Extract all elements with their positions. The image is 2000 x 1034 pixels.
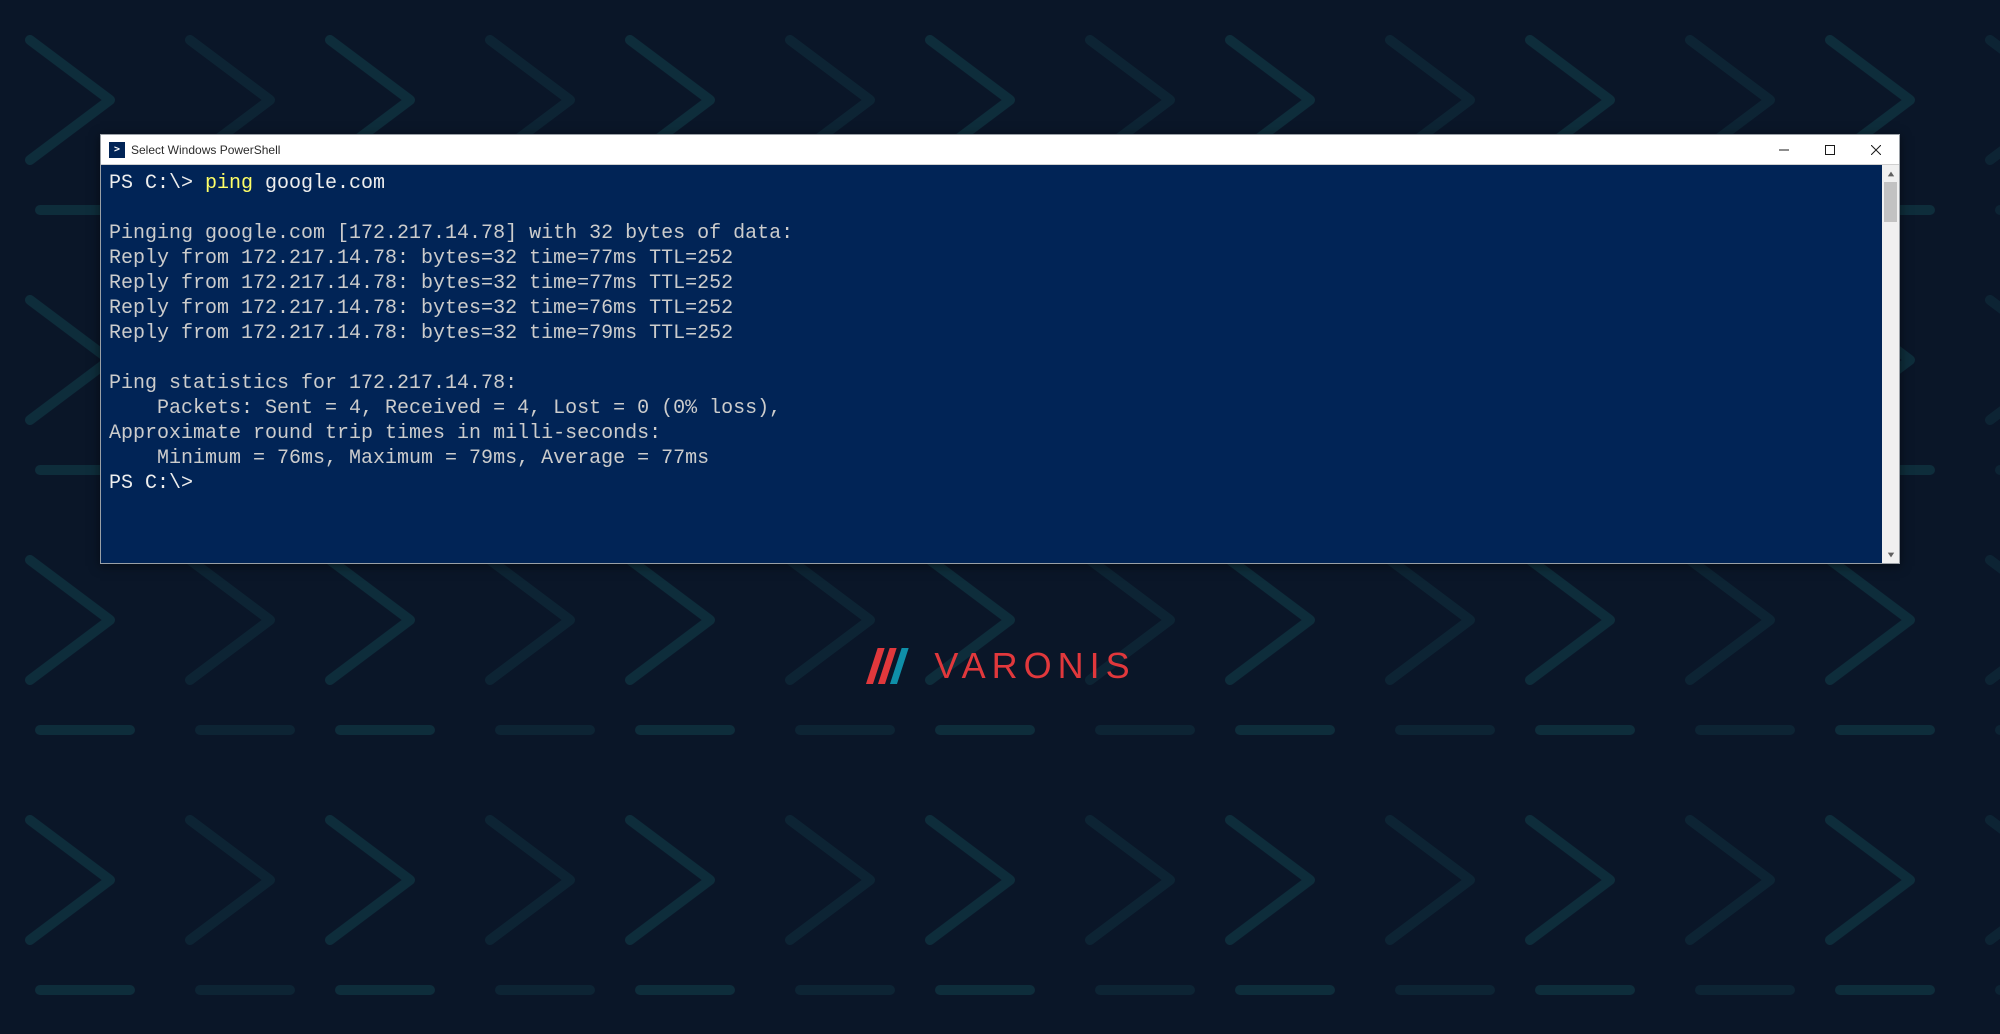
ping-reply: Reply from 172.217.14.78: bytes=32 time=… <box>109 272 733 295</box>
terminal-output[interactable]: PS C:\> ping google.com Pinging google.c… <box>101 165 1882 563</box>
close-button[interactable] <box>1853 135 1899 164</box>
scroll-up-icon[interactable] <box>1882 165 1899 182</box>
scroll-down-icon[interactable] <box>1882 546 1899 563</box>
prompt: PS C:\> <box>109 172 205 195</box>
powershell-window: Select Windows PowerShell PS C:\> ping g… <box>100 134 1900 564</box>
maximize-button[interactable] <box>1807 135 1853 164</box>
ping-reply: Reply from 172.217.14.78: bytes=32 time=… <box>109 297 733 320</box>
prompt: PS C:\> <box>109 472 193 495</box>
titlebar[interactable]: Select Windows PowerShell <box>101 135 1899 165</box>
ping-rtt-values: Minimum = 76ms, Maximum = 79ms, Average … <box>109 447 709 470</box>
window-title: Select Windows PowerShell <box>131 143 280 157</box>
ping-rtt-header: Approximate round trip times in milli-se… <box>109 422 661 445</box>
vertical-scrollbar[interactable] <box>1882 165 1899 563</box>
powershell-icon <box>109 142 125 158</box>
command-name: ping <box>205 172 253 195</box>
window-controls <box>1761 135 1899 164</box>
minimize-button[interactable] <box>1761 135 1807 164</box>
ping-stats-packets: Packets: Sent = 4, Received = 4, Lost = … <box>109 397 781 420</box>
varonis-wordmark: VARONIS <box>934 645 1135 687</box>
ping-header: Pinging google.com [172.217.14.78] with … <box>109 222 793 245</box>
ping-stats-header: Ping statistics for 172.217.14.78: <box>109 372 517 395</box>
varonis-logo: VARONIS <box>864 645 1135 687</box>
ping-reply: Reply from 172.217.14.78: bytes=32 time=… <box>109 322 733 345</box>
varonis-mark-icon <box>864 646 920 686</box>
scrollbar-track[interactable] <box>1882 182 1899 546</box>
command-arg: google.com <box>253 172 385 195</box>
ping-reply: Reply from 172.217.14.78: bytes=32 time=… <box>109 247 733 270</box>
scrollbar-thumb[interactable] <box>1884 182 1897 222</box>
